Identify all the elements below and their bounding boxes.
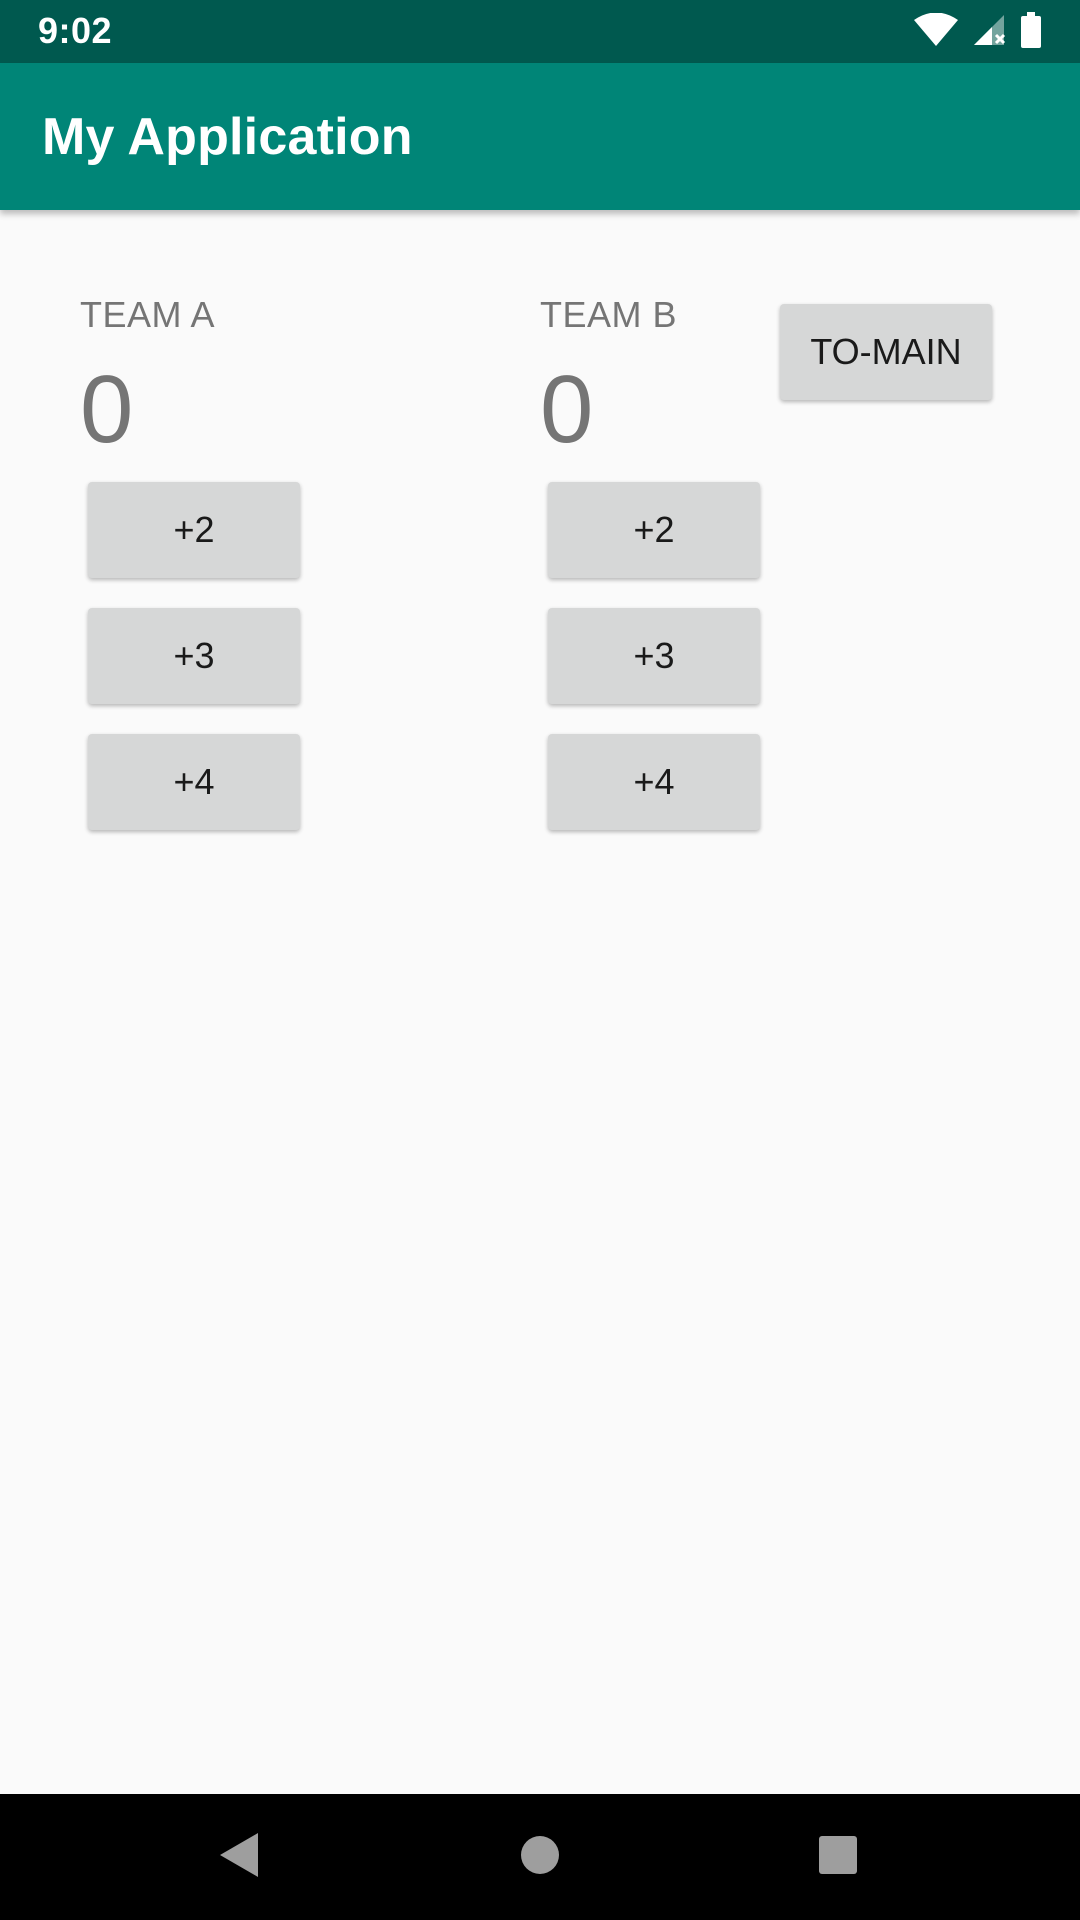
recents-button[interactable] — [798, 1794, 878, 1920]
back-icon — [218, 1831, 262, 1884]
team-a-plus4-button[interactable]: +4 — [88, 734, 300, 830]
team-a-label: TEAM A — [80, 294, 216, 335]
to-main-button[interactable]: TO-MAIN — [780, 304, 992, 400]
home-icon — [520, 1835, 560, 1880]
back-button[interactable] — [200, 1794, 280, 1920]
team-a-plus3-button[interactable]: +3 — [88, 608, 300, 704]
team-b-plus4-button[interactable]: +4 — [548, 734, 760, 830]
team-a-score: 0 — [80, 356, 134, 463]
recents-icon — [818, 1835, 858, 1880]
status-time: 9:02 — [38, 10, 113, 51]
app-bar: My Application — [0, 63, 1080, 210]
status-bar: 9:02 — [0, 0, 1080, 63]
team-b-plus3-button[interactable]: +3 — [548, 608, 760, 704]
team-b-score: 0 — [540, 356, 594, 463]
team-a-plus2-button[interactable]: +2 — [88, 482, 300, 578]
status-icons — [914, 11, 1042, 53]
wifi-icon — [914, 12, 958, 52]
signal-icon — [972, 13, 1006, 52]
navigation-bar — [0, 1794, 1080, 1920]
team-b-label: TEAM B — [540, 294, 678, 335]
team-b-plus2-button[interactable]: +2 — [548, 482, 760, 578]
app-title: My Application — [42, 108, 413, 166]
home-button[interactable] — [500, 1794, 580, 1920]
battery-icon — [1020, 11, 1042, 53]
